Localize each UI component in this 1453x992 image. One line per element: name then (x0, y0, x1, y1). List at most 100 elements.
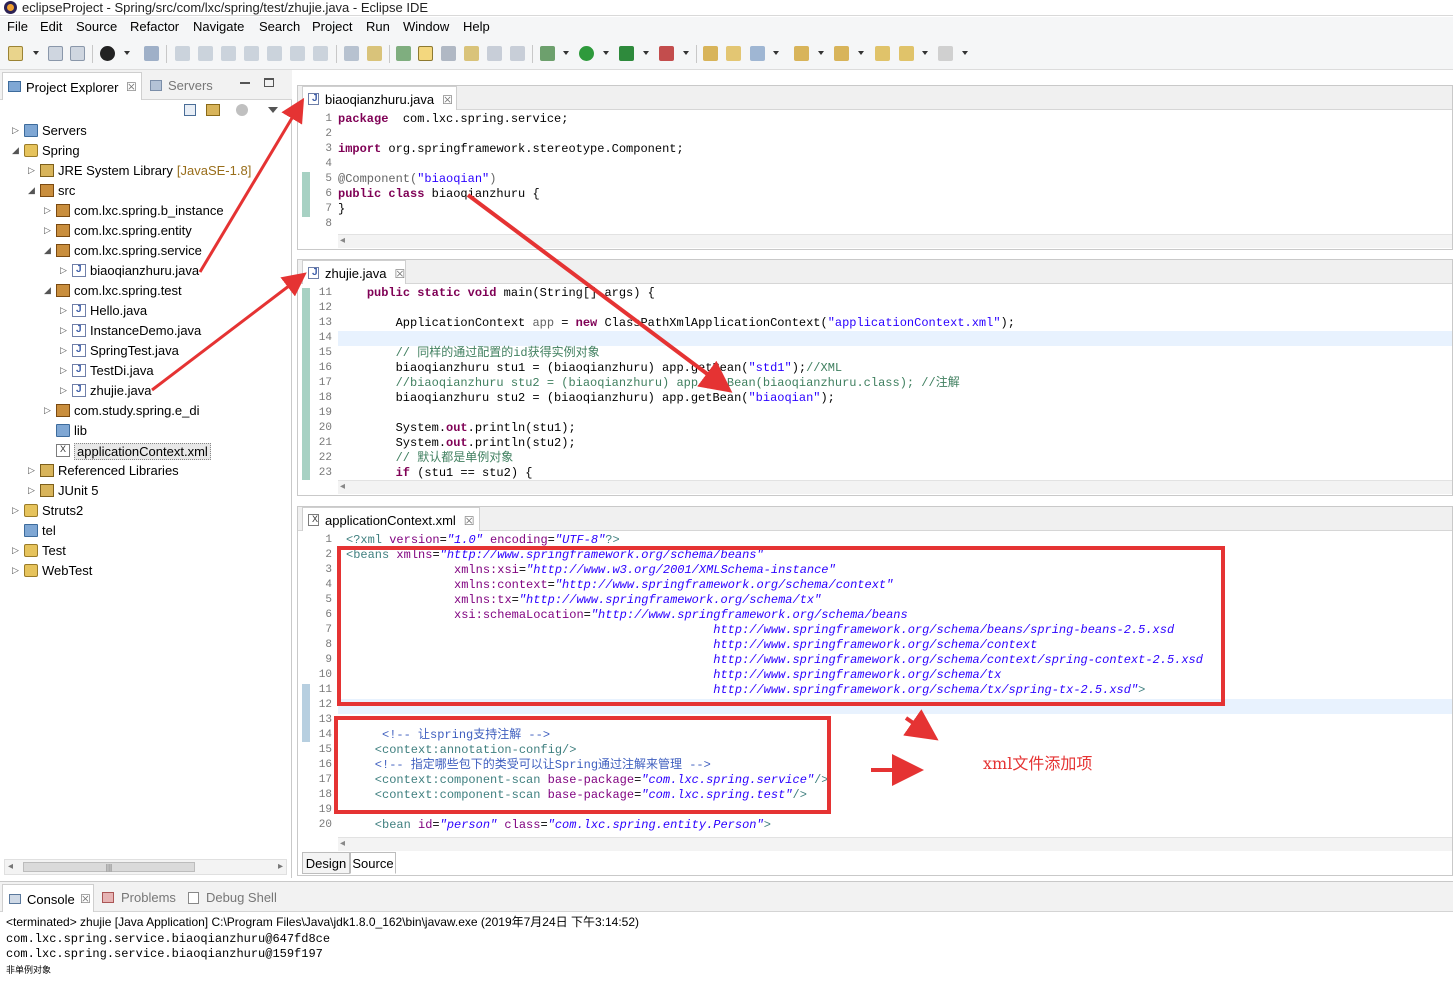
expand-arrow-icon[interactable]: ▷ (60, 325, 70, 336)
expand-arrow-icon[interactable]: ▷ (44, 405, 54, 416)
close-icon[interactable]: ☒ (126, 80, 137, 94)
code-line[interactable]: import org.springframework.stereotype.Co… (338, 142, 684, 157)
disconnect-icon[interactable] (244, 46, 259, 61)
new-dropdown-icon[interactable] (33, 51, 39, 55)
code-line[interactable]: System.out.println(stu2); (338, 436, 576, 451)
code-line[interactable]: ApplicationContext app = new ClassPathXm… (338, 316, 1015, 331)
editor1-code[interactable]: 1 package com.lxc.spring.service; 2 3 import… (298, 112, 1452, 232)
open-task-icon[interactable] (367, 46, 382, 61)
forward-icon[interactable] (938, 46, 953, 61)
menu-project[interactable]: Project (312, 19, 352, 34)
coverage-icon[interactable] (619, 46, 634, 61)
last-edit-location-icon[interactable] (875, 46, 890, 61)
expand-arrow-icon[interactable]: ▷ (60, 385, 70, 396)
code-line[interactable]: public class biaoqianzhuru { (338, 187, 540, 202)
debug-icon[interactable] (540, 46, 555, 61)
code-line[interactable]: System.out.println(stu1); (338, 421, 576, 436)
expand-arrow-icon[interactable]: ▷ (44, 225, 54, 236)
expand-arrow-icon[interactable]: ▷ (28, 165, 38, 176)
step-return-icon[interactable] (313, 46, 328, 61)
expand-arrow-icon[interactable]: ▷ (12, 545, 22, 556)
code-line[interactable]: if (stu1 == stu2) { (338, 466, 533, 481)
close-icon[interactable]: ☒ (80, 892, 91, 906)
tab-servers[interactable]: Servers (168, 78, 213, 93)
show-whitespace-icon[interactable] (487, 46, 502, 61)
code-line[interactable]: biaoqianzhuru stu2 = (biaoqianzhuru) app… (338, 391, 835, 406)
search-tool-icon[interactable] (750, 46, 765, 61)
back-icon[interactable] (899, 46, 914, 61)
expand-arrow-icon[interactable]: ◢ (44, 245, 54, 256)
tab-problems[interactable]: Problems (121, 890, 176, 905)
code-line[interactable]: // 同样的通过配置的id获得实例对象 (338, 346, 600, 361)
link-with-editor-icon[interactable] (206, 104, 220, 116)
expand-arrow-icon[interactable]: ▷ (28, 465, 38, 476)
close-icon[interactable]: ☒ (394, 267, 405, 281)
expand-arrow-icon[interactable]: ◢ (44, 285, 54, 296)
expand-arrow-icon[interactable]: ▷ (12, 125, 22, 136)
resume-icon[interactable] (175, 46, 190, 61)
tree-horizontal-scrollbar[interactable]: ◂ ||| ▸ (4, 859, 287, 875)
close-icon[interactable]: ☒ (442, 93, 453, 107)
open-folder-icon[interactable] (726, 46, 741, 61)
forward-dropdown-icon[interactable] (962, 51, 968, 55)
expand-arrow-icon[interactable]: ▷ (28, 485, 38, 496)
next-annotation-dropdown-icon[interactable] (818, 51, 824, 55)
code-line[interactable]: } (338, 202, 345, 217)
new-java-project-icon[interactable] (703, 46, 718, 61)
coverage-dropdown-icon[interactable] (643, 51, 649, 55)
code-line[interactable]: <bean id="person" class="com.lxc.spring.… (346, 818, 771, 833)
tab-design[interactable]: Design (302, 852, 350, 874)
tab-console[interactable]: Console ☒ (2, 884, 94, 912)
view-menu-icon[interactable] (268, 107, 278, 113)
code-line[interactable]: // 默认都是单例对象 (338, 451, 514, 466)
editor2-hscroll[interactable] (338, 480, 1452, 494)
editor3-hscroll[interactable] (338, 837, 1452, 851)
expand-arrow-icon[interactable]: ▷ (60, 305, 70, 316)
external-tools-icon[interactable] (659, 46, 674, 61)
menu-window[interactable]: Window (403, 19, 449, 34)
menu-edit[interactable]: Edit (40, 19, 62, 34)
suspend-icon[interactable] (198, 46, 213, 61)
step-into-icon[interactable] (267, 46, 282, 61)
expand-arrow-icon[interactable]: ▷ (12, 565, 22, 576)
scroll-thumb[interactable]: ||| (23, 862, 195, 872)
editor1-hscroll[interactable] (338, 234, 1452, 248)
eclipse-marketplace-icon[interactable] (100, 46, 115, 61)
close-icon[interactable]: ☒ (464, 514, 475, 528)
maximize-icon[interactable] (264, 78, 274, 87)
tab-source[interactable]: Source (350, 852, 396, 874)
expand-arrow-icon[interactable]: ▷ (44, 205, 54, 216)
expand-arrow-icon[interactable]: ▷ (60, 265, 70, 276)
expand-arrow-icon[interactable]: ◢ (28, 185, 38, 196)
tab-project-explorer[interactable]: Project Explorer ☒ (2, 72, 142, 100)
code-line[interactable]: package com.lxc.spring.service; (338, 112, 568, 127)
menu-source[interactable]: Source (76, 19, 117, 34)
tab-biaoqianzhuru-java[interactable]: biaoqianzhuru.java ☒ (302, 86, 457, 110)
skip-breakpoints-icon[interactable] (144, 46, 159, 61)
editor2-code[interactable]: 11 public static void main(String[] args… (298, 286, 1452, 481)
annotation-next-icon[interactable] (464, 46, 479, 61)
terminate-icon[interactable] (221, 46, 236, 61)
menu-run[interactable]: Run (366, 19, 390, 34)
expand-arrow-icon[interactable]: ▷ (12, 505, 22, 516)
tab-zhujie-java[interactable]: zhujie.java ☒ (302, 260, 406, 284)
previous-annotation-dropdown-icon[interactable] (858, 51, 864, 55)
code-line[interactable]: //biaoqianzhuru stu2 = (biaoqianzhuru) a… (338, 376, 960, 391)
run-dropdown-icon[interactable] (603, 51, 609, 55)
menu-help[interactable]: Help (463, 19, 490, 34)
back-dropdown-icon[interactable] (922, 51, 928, 55)
step-over-icon[interactable] (290, 46, 305, 61)
menu-navigate[interactable]: Navigate (193, 19, 244, 34)
open-type-icon[interactable] (344, 46, 359, 61)
previous-annotation-icon[interactable] (834, 46, 849, 61)
run-icon[interactable] (579, 46, 594, 61)
menu-refactor[interactable]: Refactor (130, 19, 179, 34)
external-tools-dropdown-icon[interactable] (683, 51, 689, 55)
menu-search[interactable]: Search (259, 19, 300, 34)
toggle-mark-occurrences-icon[interactable] (418, 46, 433, 61)
menu-file[interactable]: File (7, 19, 28, 34)
tab-applicationcontext-xml[interactable]: applicationContext.xml ☒ (302, 507, 480, 531)
toggle-block-selection-icon[interactable] (441, 46, 456, 61)
filters-icon[interactable] (236, 104, 248, 116)
debug-dropdown-icon[interactable] (563, 51, 569, 55)
